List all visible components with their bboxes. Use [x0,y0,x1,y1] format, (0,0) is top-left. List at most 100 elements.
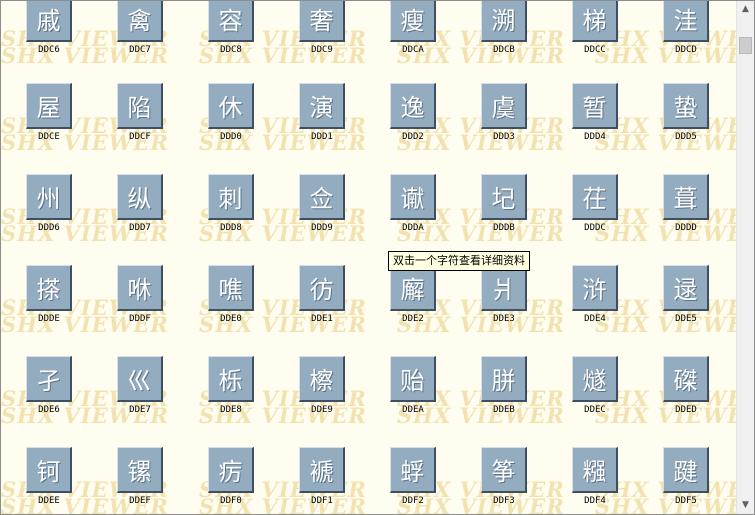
character-tile[interactable]: 暂 [572,83,618,129]
character-cell[interactable]: 筝 DDF3 [475,447,535,509]
character-cell[interactable]: 贻 DDEA [384,356,444,418]
character-cell[interactable]: 纵 DDD7 [111,174,171,236]
character-cell[interactable]: 奢 DDC9 [293,1,353,58]
character-tile[interactable]: 褫 [299,447,345,493]
character-tile[interactable]: 陷 [117,83,163,129]
character-tile[interactable]: 屋 [26,83,72,129]
character-cell[interactable]: 梯 DDCC [566,1,626,58]
character-cell[interactable]: 佥 DDD9 [293,174,353,236]
character-cell[interactable]: 磔 DDED [657,356,717,418]
character-cell[interactable]: 休 DDD0 [202,83,262,145]
character-tile[interactable]: 逯 [663,265,709,311]
character-cell[interactable]: 谳 DDDA [384,174,444,236]
character-tile[interactable]: 胼 [481,356,527,402]
character-tile[interactable]: 疠 [208,447,254,493]
character-cell[interactable]: 褫 DDF1 [293,447,353,509]
character-cell[interactable]: 栎 DDE8 [202,356,262,418]
character-tile[interactable]: 糨 [572,447,618,493]
character-cell[interactable]: 茌 DDDC [566,174,626,236]
character-cell[interactable]: 疠 DDF0 [202,447,262,509]
character-tile[interactable]: 戚 [26,1,72,42]
character-tile[interactable]: 浒 [572,265,618,311]
character-tile[interactable]: 茌 [572,174,618,220]
character-cell[interactable]: 廨 DDE2 [384,265,444,327]
character-tile[interactable]: 廨 [390,265,436,311]
character-cell[interactable]: 州 DDD6 [20,174,80,236]
character-cell[interactable]: 蜉 DDF2 [384,447,444,509]
character-tile[interactable]: 纵 [117,174,163,220]
character-tile[interactable]: 洼 [663,1,709,42]
scroll-down-arrow-icon[interactable]: ▼ [737,497,754,514]
character-tile[interactable]: 镙 [117,447,163,493]
character-tile[interactable]: 巛 [117,356,163,402]
character-cell[interactable]: 溯 DDCB [475,1,535,58]
character-tile[interactable]: 蜉 [390,447,436,493]
character-tile[interactable]: 搽 [26,265,72,311]
vertical-scrollbar[interactable]: ▲ ▼ [736,1,754,514]
character-tile[interactable]: 燧 [572,356,618,402]
character-tile[interactable]: 咻 [117,265,163,311]
character-cell[interactable]: 逸 DDD2 [384,83,444,145]
character-tile[interactable]: 彷 [299,265,345,311]
character-tile[interactable]: 逸 [390,83,436,129]
scroll-up-arrow-icon[interactable]: ▲ [737,1,754,18]
character-tile[interactable]: 休 [208,83,254,129]
character-cell[interactable]: 浒 DDE4 [566,265,626,327]
character-tile[interactable]: 溯 [481,1,527,42]
character-cell[interactable]: 逯 DDE5 [657,265,717,327]
character-cell[interactable]: 暂 DDD4 [566,83,626,145]
character-cell[interactable]: 洼 DDCD [657,1,717,58]
character-cell[interactable]: 容 DDC8 [202,1,262,58]
character-tile[interactable]: 奢 [299,1,345,42]
character-tile[interactable]: 容 [208,1,254,42]
character-tile[interactable]: 钶 [26,447,72,493]
character-cell[interactable]: 虞 DDD3 [475,83,535,145]
character-cell[interactable]: 圮 DDDB [475,174,535,236]
character-cell[interactable]: 演 DDD1 [293,83,353,145]
character-cell[interactable]: 巛 DDE7 [111,356,171,418]
character-tile[interactable]: 孑 [26,356,72,402]
character-cell[interactable]: 钶 DDEE [20,447,80,509]
character-tile[interactable]: 圮 [481,174,527,220]
character-cell[interactable]: 咻 DDDF [111,265,171,327]
character-cell[interactable]: 糨 DDF4 [566,447,626,509]
character-cell[interactable]: 陷 DDCF [111,83,171,145]
character-tile[interactable]: 梯 [572,1,618,42]
character-tile[interactable]: 瘦 [390,1,436,42]
character-cell[interactable]: 踺 DDF5 [657,447,717,509]
character-cell[interactable]: 蛰 DDD5 [657,83,717,145]
character-cell[interactable]: 镙 DDEF [111,447,171,509]
character-cell[interactable]: 胼 DDEB [475,356,535,418]
character-tile[interactable]: 禽 [117,1,163,42]
character-cell[interactable]: 燧 DDEC [566,356,626,418]
character-cell[interactable]: 葺 DDDD [657,174,717,236]
character-tile[interactable]: 檫 [299,356,345,402]
character-cell[interactable]: 戚 DDC6 [20,1,80,58]
character-cell[interactable]: 屋 DDCE [20,83,80,145]
character-cell[interactable]: 爿 DDE3 [475,265,535,327]
character-cell[interactable]: 孑 DDE6 [20,356,80,418]
character-tile[interactable]: 葺 [663,174,709,220]
character-cell[interactable]: 彷 DDE1 [293,265,353,327]
character-cell[interactable]: 瘦 DDCA [384,1,444,58]
character-cell[interactable]: 搽 DDDE [20,265,80,327]
character-tile[interactable]: 噍 [208,265,254,311]
character-tile[interactable]: 演 [299,83,345,129]
character-tile[interactable]: 蛰 [663,83,709,129]
character-cell[interactable]: 噍 DDE0 [202,265,262,327]
character-tile[interactable]: 爿 [481,265,527,311]
character-tile[interactable]: 磔 [663,356,709,402]
character-tile[interactable]: 谳 [390,174,436,220]
character-tile[interactable]: 栎 [208,356,254,402]
character-tile[interactable]: 州 [26,174,72,220]
character-tile[interactable]: 佥 [299,174,345,220]
scroll-thumb[interactable] [739,37,752,54]
character-cell[interactable]: 檫 DDE9 [293,356,353,418]
character-cell[interactable]: 禽 DDC7 [111,1,171,58]
character-tile[interactable]: 筝 [481,447,527,493]
character-tile[interactable]: 贻 [390,356,436,402]
character-tile[interactable]: 刺 [208,174,254,220]
character-tile[interactable]: 踺 [663,447,709,493]
character-cell[interactable]: 刺 DDD8 [202,174,262,236]
character-tile[interactable]: 虞 [481,83,527,129]
